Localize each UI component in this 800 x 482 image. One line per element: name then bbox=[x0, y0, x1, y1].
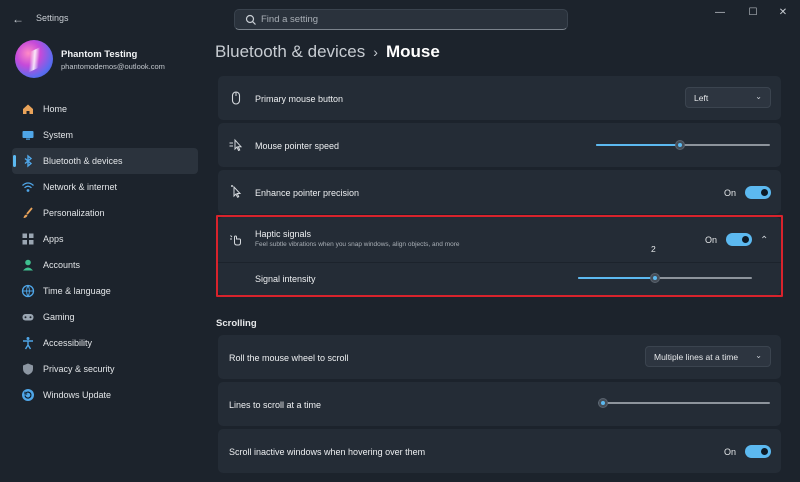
sidebar-item-label: Accounts bbox=[43, 260, 81, 270]
chevron-down-icon: ⌄ bbox=[755, 351, 762, 360]
app-title: Settings bbox=[36, 13, 69, 23]
primary-mouse-button-label: Primary mouse button bbox=[255, 94, 344, 104]
profile-name: Phantom Testing bbox=[61, 49, 138, 60]
dropdown-value: Left bbox=[694, 93, 709, 103]
enhance-precision-label: Enhance pointer precision bbox=[255, 188, 360, 198]
chevron-down-icon: ⌄ bbox=[755, 92, 762, 101]
toggle-knob bbox=[761, 448, 768, 455]
wifi-icon bbox=[21, 180, 35, 194]
roll-wheel-row: Roll the mouse wheel to scroll Multiple … bbox=[218, 335, 781, 379]
sidebar-item-system[interactable]: System bbox=[12, 122, 198, 148]
enhance-precision-row: Enhance pointer precision On bbox=[218, 170, 781, 214]
minimize-button[interactable]: — bbox=[705, 6, 735, 20]
sidebar-item-label: Personalization bbox=[43, 208, 105, 218]
lines-to-scroll-label: Lines to scroll at a time bbox=[229, 400, 322, 410]
brush-icon bbox=[21, 206, 35, 220]
pointer-precision-icon bbox=[231, 185, 242, 198]
search-input[interactable]: Find a setting bbox=[261, 14, 318, 25]
sidebar-item-time-language[interactable]: Time & language bbox=[12, 278, 198, 304]
sidebar-item-accessibility[interactable]: Accessibility bbox=[12, 330, 198, 356]
sidebar-item-label: Home bbox=[43, 104, 68, 114]
sidebar-item-label: Time & language bbox=[43, 286, 111, 296]
search-icon bbox=[245, 14, 256, 25]
search-box[interactable]: Find a setting bbox=[234, 9, 568, 30]
sidebar-item-label: Apps bbox=[43, 234, 64, 244]
sidebar-item-personalization[interactable]: Personalization bbox=[12, 200, 198, 226]
sidebar-nav: Home System Bluetooth & devices Network … bbox=[12, 96, 198, 408]
sidebar-item-label: Privacy & security bbox=[43, 364, 115, 374]
lines-to-scroll-row: Lines to scroll at a time bbox=[218, 382, 781, 426]
inactive-windows-toggle[interactable] bbox=[745, 445, 771, 458]
mouse-icon bbox=[231, 91, 241, 105]
shield-icon bbox=[21, 362, 35, 376]
sidebar-item-home[interactable]: Home bbox=[12, 96, 198, 122]
pointer-speed-icon bbox=[229, 138, 243, 152]
inactive-windows-row: Scroll inactive windows when hovering ov… bbox=[218, 429, 781, 473]
breadcrumb-parent[interactable]: Bluetooth & devices bbox=[215, 42, 365, 61]
highlight-box bbox=[216, 215, 783, 297]
sidebar-item-label: System bbox=[43, 130, 74, 140]
person-icon bbox=[21, 258, 35, 272]
sidebar-item-network[interactable]: Network & internet bbox=[12, 174, 198, 200]
breadcrumb: Bluetooth & devices › Mouse bbox=[215, 42, 440, 62]
toggle-state-label: On bbox=[724, 188, 737, 198]
sidebar-item-apps[interactable]: Apps bbox=[12, 226, 198, 252]
accessibility-icon bbox=[21, 336, 35, 350]
sidebar-item-bluetooth[interactable]: Bluetooth & devices bbox=[12, 148, 198, 174]
dropdown-value: Multiple lines at a time bbox=[654, 352, 739, 362]
monitor-icon bbox=[21, 128, 35, 142]
sidebar-item-gaming[interactable]: Gaming bbox=[12, 304, 198, 330]
gamepad-icon bbox=[21, 310, 35, 324]
pointer-speed-label: Mouse pointer speed bbox=[255, 141, 340, 151]
avatar[interactable] bbox=[15, 40, 53, 78]
back-arrow-icon[interactable]: ← bbox=[12, 12, 26, 26]
page-title: Mouse bbox=[385, 42, 440, 61]
sidebar-item-label: Network & internet bbox=[43, 182, 118, 192]
globe-clock-icon bbox=[21, 284, 35, 298]
roll-wheel-dropdown[interactable]: Multiple lines at a time ⌄ bbox=[645, 346, 771, 367]
slider-track bbox=[598, 402, 770, 404]
apps-icon bbox=[21, 232, 35, 246]
sidebar-item-label: Accessibility bbox=[43, 338, 93, 348]
breadcrumb-separator: › bbox=[373, 44, 378, 60]
sidebar-item-windows-update[interactable]: Windows Update bbox=[12, 382, 198, 408]
sidebar-item-label: Bluetooth & devices bbox=[43, 156, 123, 166]
toggle-knob bbox=[761, 189, 768, 196]
home-icon bbox=[21, 102, 35, 116]
slider-thumb[interactable] bbox=[674, 140, 685, 150]
bluetooth-icon bbox=[21, 154, 35, 168]
maximize-button[interactable]: ☐ bbox=[738, 6, 768, 20]
sidebar-item-label: Windows Update bbox=[43, 390, 112, 400]
slider-fill bbox=[596, 144, 680, 146]
sidebar-item-accounts[interactable]: Accounts bbox=[12, 252, 198, 278]
title-bar: ← Settings Find a setting — ☐ ✕ bbox=[0, 0, 800, 36]
inactive-windows-label: Scroll inactive windows when hovering ov… bbox=[229, 447, 426, 457]
slider-thumb[interactable] bbox=[598, 398, 609, 408]
close-button[interactable]: ✕ bbox=[768, 6, 798, 20]
pointer-speed-slider[interactable] bbox=[596, 140, 770, 150]
lines-to-scroll-slider[interactable] bbox=[598, 398, 770, 408]
primary-mouse-button-row: Primary mouse button Left ⌄ bbox=[218, 76, 781, 120]
section-title-scrolling: Scrolling bbox=[216, 318, 257, 329]
sidebar-item-privacy[interactable]: Privacy & security bbox=[12, 356, 198, 382]
roll-wheel-label: Roll the mouse wheel to scroll bbox=[229, 353, 349, 363]
profile-email: phantomodemos@outlook.com bbox=[61, 62, 165, 71]
update-icon bbox=[21, 388, 35, 402]
pointer-speed-row: Mouse pointer speed bbox=[218, 123, 781, 167]
toggle-state-label: On bbox=[724, 447, 737, 457]
primary-mouse-button-dropdown[interactable]: Left ⌄ bbox=[685, 87, 771, 108]
sidebar-item-label: Gaming bbox=[43, 312, 75, 322]
enhance-precision-toggle[interactable] bbox=[745, 186, 771, 199]
